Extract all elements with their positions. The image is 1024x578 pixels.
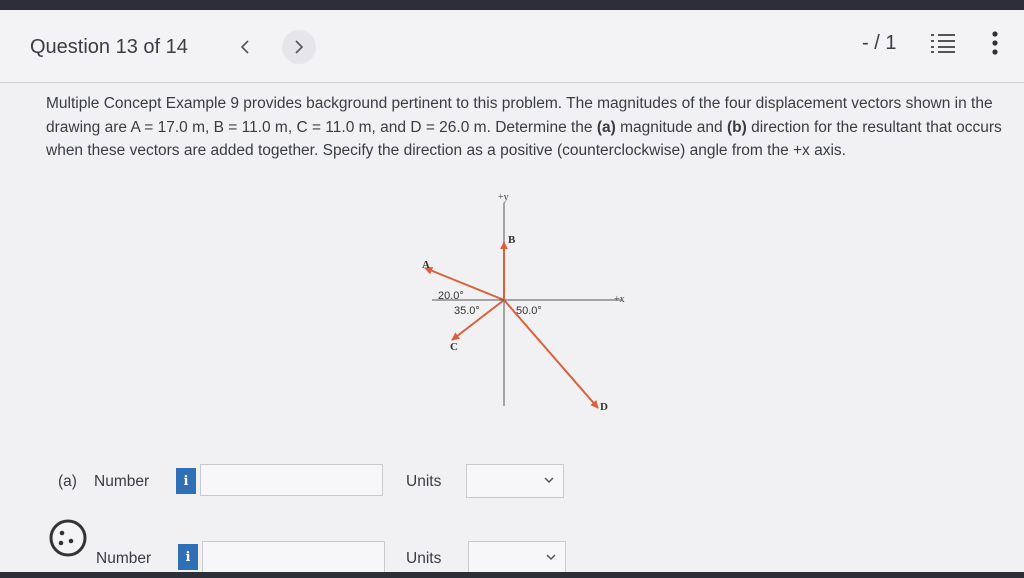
plus-y-label: +y bbox=[498, 192, 509, 203]
question-text-part: magnitude and bbox=[615, 118, 727, 136]
part-b-units-select[interactable] bbox=[468, 541, 566, 575]
chevron-down-icon bbox=[544, 477, 554, 484]
window-top-edge bbox=[0, 0, 1024, 10]
part-b-number-label: Number bbox=[96, 550, 152, 567]
vector-d-label: D bbox=[600, 401, 608, 413]
question-text: Multiple Concept Example 9 provides back… bbox=[46, 92, 1011, 163]
part-b-units-label: Units bbox=[406, 550, 442, 567]
chevron-left-icon bbox=[240, 40, 249, 54]
chevron-down-icon bbox=[546, 554, 556, 561]
question-header: Question 13 of 14 - / 1 bbox=[0, 10, 1024, 83]
question-text-part: . Determine the bbox=[486, 118, 597, 136]
part-a-units-select[interactable] bbox=[466, 464, 564, 498]
part-a-prefix: (a) bbox=[58, 473, 77, 490]
vector-b-label: B bbox=[508, 234, 516, 246]
window-bottom-edge bbox=[0, 572, 1024, 578]
question-title: Question 13 of 14 bbox=[30, 36, 188, 58]
part-a-number-label: Number bbox=[94, 473, 150, 490]
vector-a-label: A bbox=[422, 259, 430, 271]
part-b-number-input[interactable] bbox=[202, 541, 385, 573]
angle-a-label: 20.0° bbox=[438, 290, 464, 302]
cookie-icon[interactable] bbox=[48, 518, 90, 560]
vector-diagram: +y +x A B C D 20.0° 35.0° 50.0° bbox=[422, 192, 625, 413]
part-b-info-button[interactable]: i bbox=[178, 544, 198, 570]
part-b-marker: (b) bbox=[726, 118, 747, 136]
part-a-info-button[interactable]: i bbox=[176, 468, 196, 494]
screen: Question 13 of 14 - / 1 Multiple Concept… bbox=[0, 0, 1024, 578]
list-icon[interactable] bbox=[930, 32, 956, 54]
part-a-units-label: Units bbox=[406, 473, 442, 490]
vector-a-arrow bbox=[424, 266, 505, 301]
more-vertical-icon[interactable] bbox=[990, 30, 1000, 56]
part-a-number-input[interactable] bbox=[200, 464, 383, 496]
plus-x-label: +x bbox=[614, 294, 625, 305]
vector-magnitudes: A = 17.0 m, B = 11.0 m, C = 11.0 m, and … bbox=[130, 118, 487, 136]
previous-question-button[interactable] bbox=[228, 30, 262, 64]
angle-d-label: 50.0° bbox=[516, 305, 542, 317]
angle-c-label: 35.0° bbox=[454, 305, 480, 317]
part-a-marker: (a) bbox=[596, 118, 616, 136]
next-question-button[interactable] bbox=[282, 30, 316, 64]
chevron-right-icon bbox=[295, 40, 304, 54]
score: - / 1 bbox=[862, 32, 897, 54]
vector-c-label: C bbox=[450, 341, 458, 353]
